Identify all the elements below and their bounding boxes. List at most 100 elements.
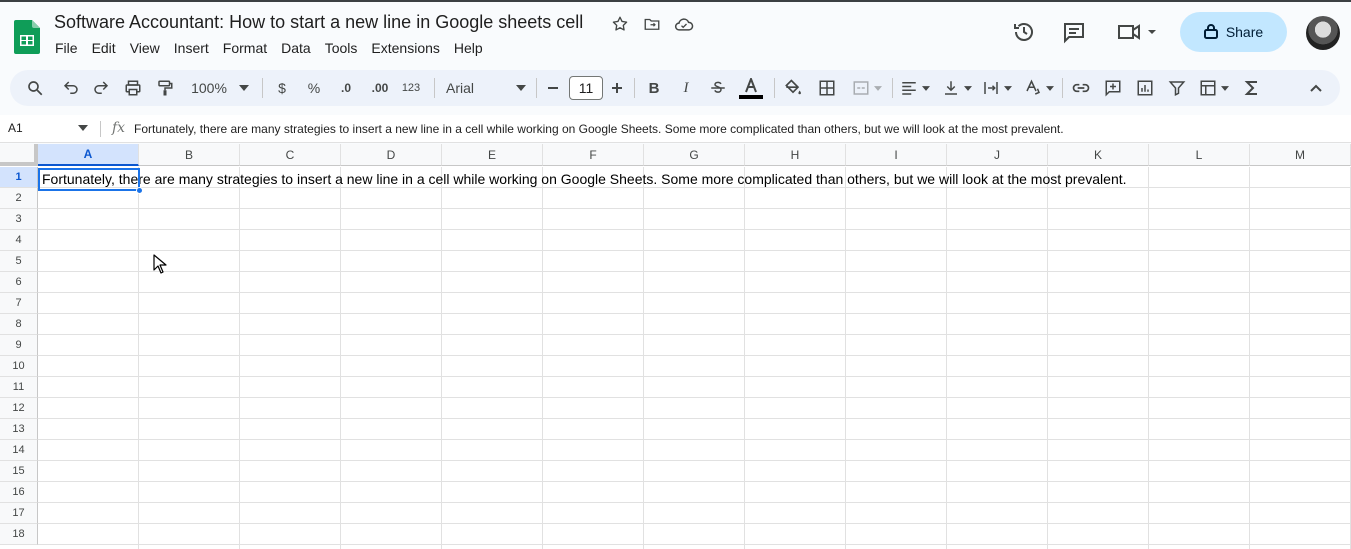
borders-icon[interactable]: [816, 70, 838, 106]
column-gridline: [1148, 167, 1149, 549]
row-header-17[interactable]: 17: [0, 503, 38, 524]
strikethrough-icon[interactable]: [708, 70, 728, 106]
menu-view[interactable]: View: [123, 38, 167, 58]
share-button[interactable]: Share: [1180, 12, 1287, 52]
name-box[interactable]: A1: [8, 121, 23, 135]
insert-chart-icon[interactable]: [1134, 70, 1156, 106]
format-currency-button[interactable]: $: [272, 70, 292, 106]
print-icon[interactable]: [122, 70, 144, 106]
menu-help[interactable]: Help: [447, 38, 490, 58]
increase-font-size-icon[interactable]: [608, 70, 626, 106]
text-wrapping-icon[interactable]: [980, 70, 1014, 106]
bold-button[interactable]: B: [644, 70, 664, 106]
row-header-9[interactable]: 9: [0, 335, 38, 356]
insert-comment-icon[interactable]: [1102, 70, 1124, 106]
insert-link-icon[interactable]: [1070, 70, 1092, 106]
column-header-a[interactable]: A: [38, 144, 139, 166]
row-header-7[interactable]: 7: [0, 293, 38, 314]
row-header-12[interactable]: 12: [0, 398, 38, 419]
account-avatar[interactable]: [1306, 16, 1340, 50]
row-gridline: [38, 502, 1351, 503]
row-header-10[interactable]: 10: [0, 356, 38, 377]
row-header-2[interactable]: 2: [0, 188, 38, 209]
column-header-f[interactable]: F: [543, 144, 644, 166]
column-header-d[interactable]: D: [341, 144, 442, 166]
active-cell-selection[interactable]: [38, 168, 140, 191]
sheet-grid[interactable]: A B C D E F G H I J K L M 1 2 3 4 5 6 7 8 9 10 11 12 13 14 15 16 17 18…: [0, 144, 1351, 549]
star-icon[interactable]: [610, 14, 630, 34]
zoom-select[interactable]: 100%: [188, 70, 252, 106]
toolbar-divider: [634, 78, 635, 98]
row-header-3[interactable]: 3: [0, 209, 38, 230]
row-header-8[interactable]: 8: [0, 314, 38, 335]
fill-handle[interactable]: [136, 187, 143, 194]
fill-color-icon[interactable]: [782, 70, 804, 106]
create-filter-icon[interactable]: [1166, 70, 1188, 106]
zoom-value: 100%: [191, 80, 227, 96]
row-header-5[interactable]: 5: [0, 251, 38, 272]
row-header-16[interactable]: 16: [0, 482, 38, 503]
hide-menus-icon[interactable]: [1306, 70, 1326, 106]
menu-data[interactable]: Data: [274, 38, 318, 58]
meet-icon[interactable]: [1114, 18, 1160, 46]
increase-decimal-button[interactable]: .00: [366, 70, 394, 106]
row-gridline: [38, 355, 1351, 356]
font-size-input[interactable]: 11: [569, 76, 603, 100]
cell-a1-content[interactable]: Fortunately, there are many strategies t…: [42, 171, 1127, 187]
menu-edit[interactable]: Edit: [85, 38, 123, 58]
column-header-j[interactable]: J: [947, 144, 1048, 166]
column-header-h[interactable]: H: [745, 144, 846, 166]
version-history-icon[interactable]: [1010, 18, 1038, 46]
undo-icon[interactable]: [60, 70, 82, 106]
vertical-align-icon[interactable]: [940, 70, 974, 106]
row-header-4[interactable]: 4: [0, 230, 38, 251]
row-header-13[interactable]: 13: [0, 419, 38, 440]
comments-icon[interactable]: [1060, 18, 1088, 46]
text-rotation-icon[interactable]: [1022, 70, 1056, 106]
column-header-m[interactable]: M: [1250, 144, 1351, 166]
decrease-font-size-icon[interactable]: [544, 70, 562, 106]
formula-input[interactable]: Fortunately, there are many strategies t…: [134, 122, 1064, 136]
row-gridline: [38, 439, 1351, 440]
decrease-decimal-button[interactable]: .0: [334, 70, 358, 106]
chevron-down-icon[interactable]: [78, 125, 88, 131]
text-color-icon[interactable]: [738, 70, 764, 106]
horizontal-align-icon[interactable]: [898, 70, 932, 106]
column-header-l[interactable]: L: [1149, 144, 1250, 166]
sheets-logo-icon[interactable]: [14, 20, 40, 54]
more-formats-button[interactable]: 123: [400, 70, 422, 106]
search-menus-icon[interactable]: [24, 70, 46, 106]
column-header-c[interactable]: C: [240, 144, 341, 166]
row-header-15[interactable]: 15: [0, 461, 38, 482]
select-all-corner[interactable]: [0, 144, 38, 166]
row-header-11[interactable]: 11: [0, 377, 38, 398]
menu-format[interactable]: Format: [216, 38, 274, 58]
row-header-1[interactable]: 1: [0, 167, 38, 188]
menu-tools[interactable]: Tools: [318, 38, 365, 58]
format-percent-button[interactable]: %: [304, 70, 324, 106]
italic-button[interactable]: I: [676, 70, 696, 106]
row-header-14[interactable]: 14: [0, 440, 38, 461]
row-gridline: [38, 523, 1351, 524]
column-gridline: [340, 167, 341, 549]
row-header-6[interactable]: 6: [0, 272, 38, 293]
redo-icon[interactable]: [90, 70, 112, 106]
move-to-folder-icon[interactable]: [642, 14, 662, 34]
column-header-g[interactable]: G: [644, 144, 745, 166]
functions-icon[interactable]: [1242, 70, 1262, 106]
font-select[interactable]: Arial: [446, 70, 526, 106]
column-header-k[interactable]: K: [1048, 144, 1149, 166]
column-header-b[interactable]: B: [139, 144, 240, 166]
column-header-i[interactable]: I: [846, 144, 947, 166]
cloud-saved-icon[interactable]: [674, 14, 694, 34]
menu-file[interactable]: File: [48, 38, 85, 58]
row-header-18[interactable]: 18: [0, 524, 38, 545]
paint-format-icon[interactable]: [154, 70, 176, 106]
filter-views-icon[interactable]: [1196, 70, 1232, 106]
merge-cells-icon[interactable]: [848, 70, 886, 106]
menu-extensions[interactable]: Extensions: [364, 38, 446, 58]
column-header-e[interactable]: E: [442, 144, 543, 166]
document-title[interactable]: Software Accountant: How to start a new …: [54, 12, 583, 33]
row-gridline: [38, 208, 1351, 209]
menu-insert[interactable]: Insert: [167, 38, 216, 58]
